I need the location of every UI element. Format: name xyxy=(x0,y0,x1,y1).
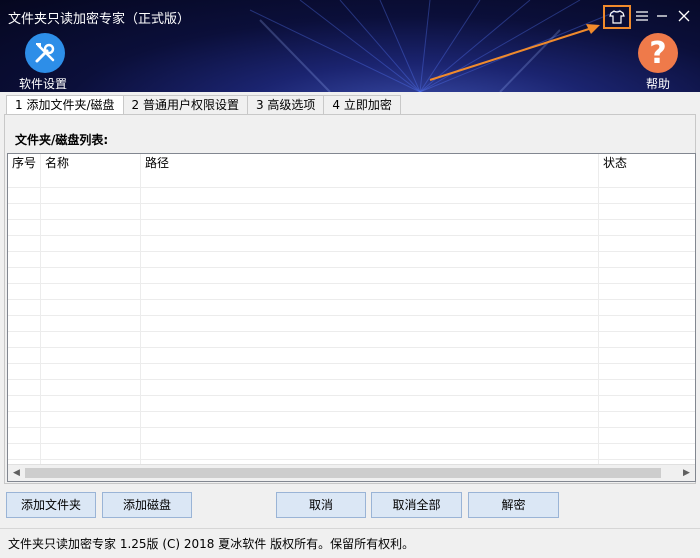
list-title: 文件夹/磁盘列表: xyxy=(15,133,109,147)
help-button[interactable]: ? 帮助 xyxy=(634,33,682,92)
add-disk-button[interactable]: 添加磁盘 xyxy=(102,492,192,518)
cancel-all-button[interactable]: 取消全部 xyxy=(371,492,462,518)
decrypt-button[interactable]: 解密 xyxy=(468,492,559,518)
list-header: 序号 名称 路径 状态 xyxy=(8,154,695,172)
scroll-right-icon[interactable]: ▶ xyxy=(678,465,695,481)
question-mark-icon: ? xyxy=(638,33,678,73)
minimize-button[interactable] xyxy=(654,5,670,27)
tab-advanced-options[interactable]: 3 高级选项 xyxy=(246,95,325,115)
column-header-index[interactable]: 序号 xyxy=(8,154,41,172)
settings-label: 软件设置 xyxy=(18,77,67,91)
tshirt-icon xyxy=(609,10,625,24)
column-header-name[interactable]: 名称 xyxy=(41,154,141,172)
wrench-screwdriver-icon xyxy=(25,33,65,73)
tab-strip: 1 添加文件夹/磁盘 2 普通用户权限设置 3 高级选项 4 立即加密 xyxy=(6,95,401,116)
column-divider xyxy=(40,154,41,466)
column-header-status[interactable]: 状态 xyxy=(599,154,695,172)
add-folder-button[interactable]: 添加文件夹 xyxy=(6,492,96,518)
menu-button[interactable] xyxy=(633,5,651,27)
close-icon xyxy=(678,10,690,22)
header-banner: 文件夹只读加密专家（正式版） 软件设置 ? 帮助 xyxy=(0,0,700,92)
column-divider xyxy=(140,154,141,466)
tab-user-permissions[interactable]: 2 普通用户权限设置 xyxy=(122,95,248,115)
help-glyph: ? xyxy=(649,35,667,71)
minimize-icon xyxy=(657,15,667,17)
list-body[interactable] xyxy=(8,172,695,466)
scroll-left-icon[interactable]: ◀ xyxy=(8,465,25,481)
app-title: 文件夹只读加密专家（正式版） xyxy=(8,12,191,27)
help-label: 帮助 xyxy=(645,77,670,91)
column-divider xyxy=(598,154,599,466)
close-button[interactable] xyxy=(676,5,692,27)
tab-add-folder-disk[interactable]: 1 添加文件夹/磁盘 xyxy=(6,95,124,116)
settings-button[interactable]: 软件设置 xyxy=(19,33,70,92)
hamburger-icon xyxy=(636,11,648,21)
tab-encrypt-now[interactable]: 4 立即加密 xyxy=(323,95,401,115)
skin-button[interactable] xyxy=(603,5,631,29)
column-header-path[interactable]: 路径 xyxy=(141,154,599,172)
cancel-button[interactable]: 取消 xyxy=(276,492,366,518)
status-bar: 文件夹只读加密专家 1.25版 (C) 2018 夏冰软件 版权所有。保留所有权… xyxy=(0,528,700,558)
horizontal-scrollbar[interactable]: ◀ ▶ xyxy=(8,464,695,481)
scrollbar-thumb[interactable] xyxy=(25,468,661,478)
tab-panel: 文件夹/磁盘列表: 序号 名称 路径 状态 ◀ ▶ xyxy=(4,114,696,484)
folder-list[interactable]: 序号 名称 路径 状态 ◀ ▶ xyxy=(7,153,696,482)
